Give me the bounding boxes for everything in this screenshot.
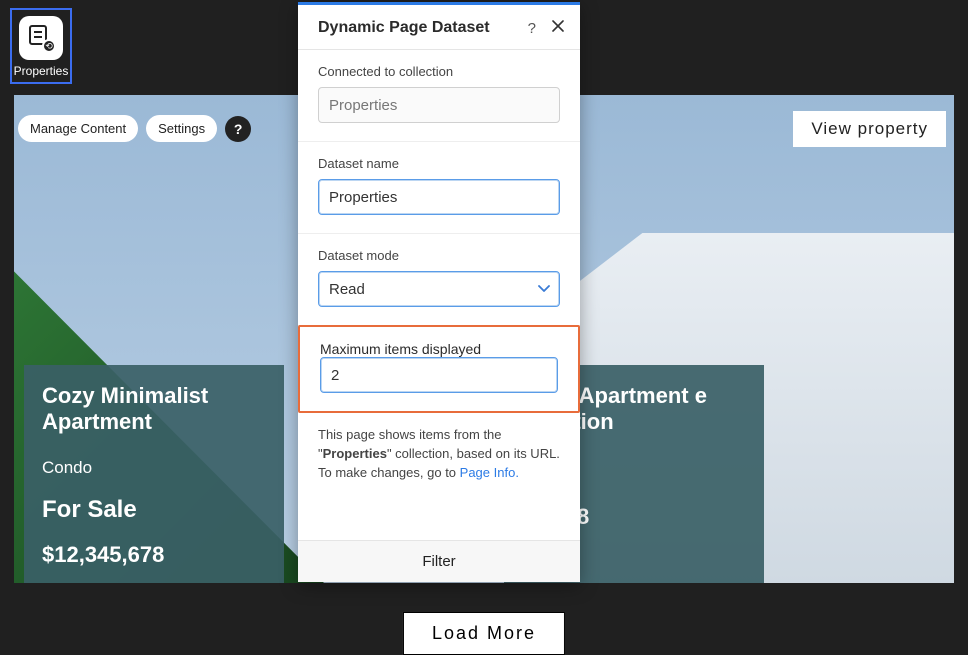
panel-title: Dynamic Page Dataset — [318, 19, 490, 37]
max-items-section-highlighted: Maximum items displayed — [298, 325, 580, 413]
property-status: For Sale — [42, 496, 266, 524]
connected-collection-label: Connected to collection — [318, 64, 560, 79]
max-items-label: Maximum items displayed — [320, 341, 481, 357]
connected-collection-section: Connected to collection — [298, 50, 580, 142]
dataset-icon: ⟲ — [19, 16, 63, 60]
property-price: $12,345,678 — [42, 542, 266, 568]
panel-info-text: This page shows items from the "Properti… — [298, 412, 580, 499]
page-info-link[interactable]: Page Info. — [460, 465, 519, 480]
properties-launcher[interactable]: ⟲ Properties — [10, 8, 72, 84]
property-card: Cozy Minimalist Apartment Condo For Sale… — [24, 365, 284, 583]
load-more-button[interactable]: Load More — [403, 612, 565, 655]
dataset-settings-panel: Dynamic Page Dataset ? Connected to coll… — [298, 2, 580, 582]
close-icon[interactable] — [552, 20, 564, 37]
max-items-input[interactable] — [320, 357, 558, 393]
dataset-name-label: Dataset name — [318, 156, 560, 171]
dataset-name-input[interactable] — [318, 179, 560, 215]
property-type: Condo — [42, 458, 266, 478]
filter-button[interactable]: Filter — [298, 540, 580, 582]
manage-content-button[interactable]: Manage Content — [18, 115, 138, 142]
settings-button[interactable]: Settings — [146, 115, 217, 142]
dataset-mode-section: Dataset mode — [298, 234, 580, 326]
properties-launcher-label: Properties — [14, 64, 69, 78]
dataset-mode-select[interactable] — [318, 271, 560, 307]
help-icon[interactable]: ? — [225, 116, 251, 142]
dataset-mode-label: Dataset mode — [318, 248, 560, 263]
canvas-toolbar: Manage Content Settings ? — [18, 115, 251, 142]
view-property-button[interactable]: View property — [793, 111, 946, 147]
panel-help-icon[interactable]: ? — [528, 20, 536, 37]
dataset-name-section: Dataset name — [298, 142, 580, 234]
connected-collection-field — [318, 87, 560, 123]
property-title: Cozy Minimalist Apartment — [42, 383, 266, 436]
